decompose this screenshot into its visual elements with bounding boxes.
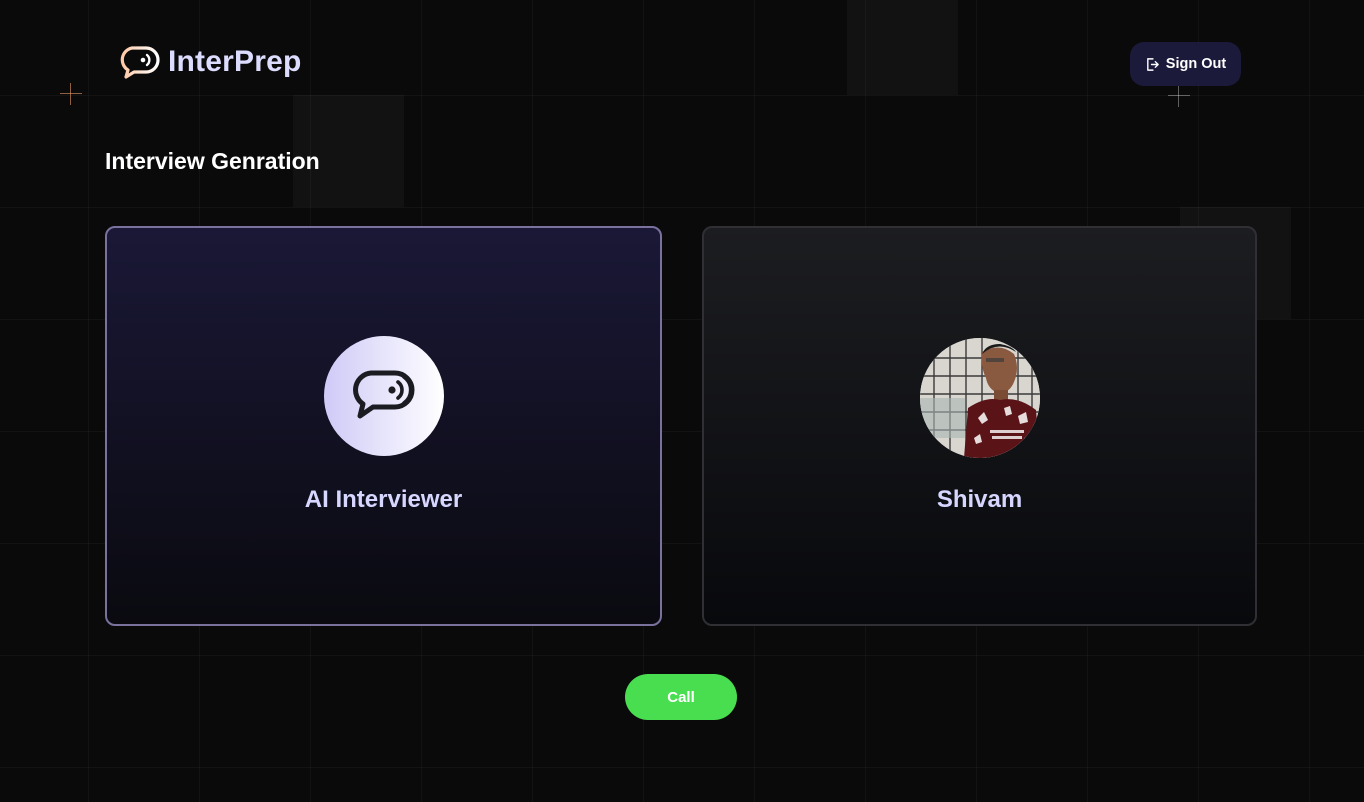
sparkle-decoration (60, 83, 82, 105)
user-photo (919, 338, 1040, 458)
grid-highlight (847, 0, 958, 95)
logout-icon (1146, 57, 1159, 71)
page-title: Interview Genration (105, 148, 320, 174)
card-name: AI Interviewer (304, 486, 463, 513)
sign-out-label: Sign Out (1165, 56, 1227, 72)
brand-logo[interactable]: InterPrep (120, 44, 302, 80)
brand-name: InterPrep (168, 45, 302, 78)
card-name: Shivam (936, 486, 1023, 513)
ai-avatar (323, 336, 444, 456)
user-card[interactable]: Shivam (702, 226, 1257, 626)
sign-out-button[interactable]: Sign Out (1130, 42, 1241, 86)
ai-interviewer-card[interactable]: AI Interviewer (105, 226, 662, 626)
call-button[interactable]: Call (625, 674, 737, 720)
user-avatar (919, 338, 1040, 458)
chat-bubble-sound-icon (120, 46, 160, 79)
sparkle-decoration (1168, 85, 1190, 107)
chat-bubble-sound-icon (352, 370, 414, 419)
